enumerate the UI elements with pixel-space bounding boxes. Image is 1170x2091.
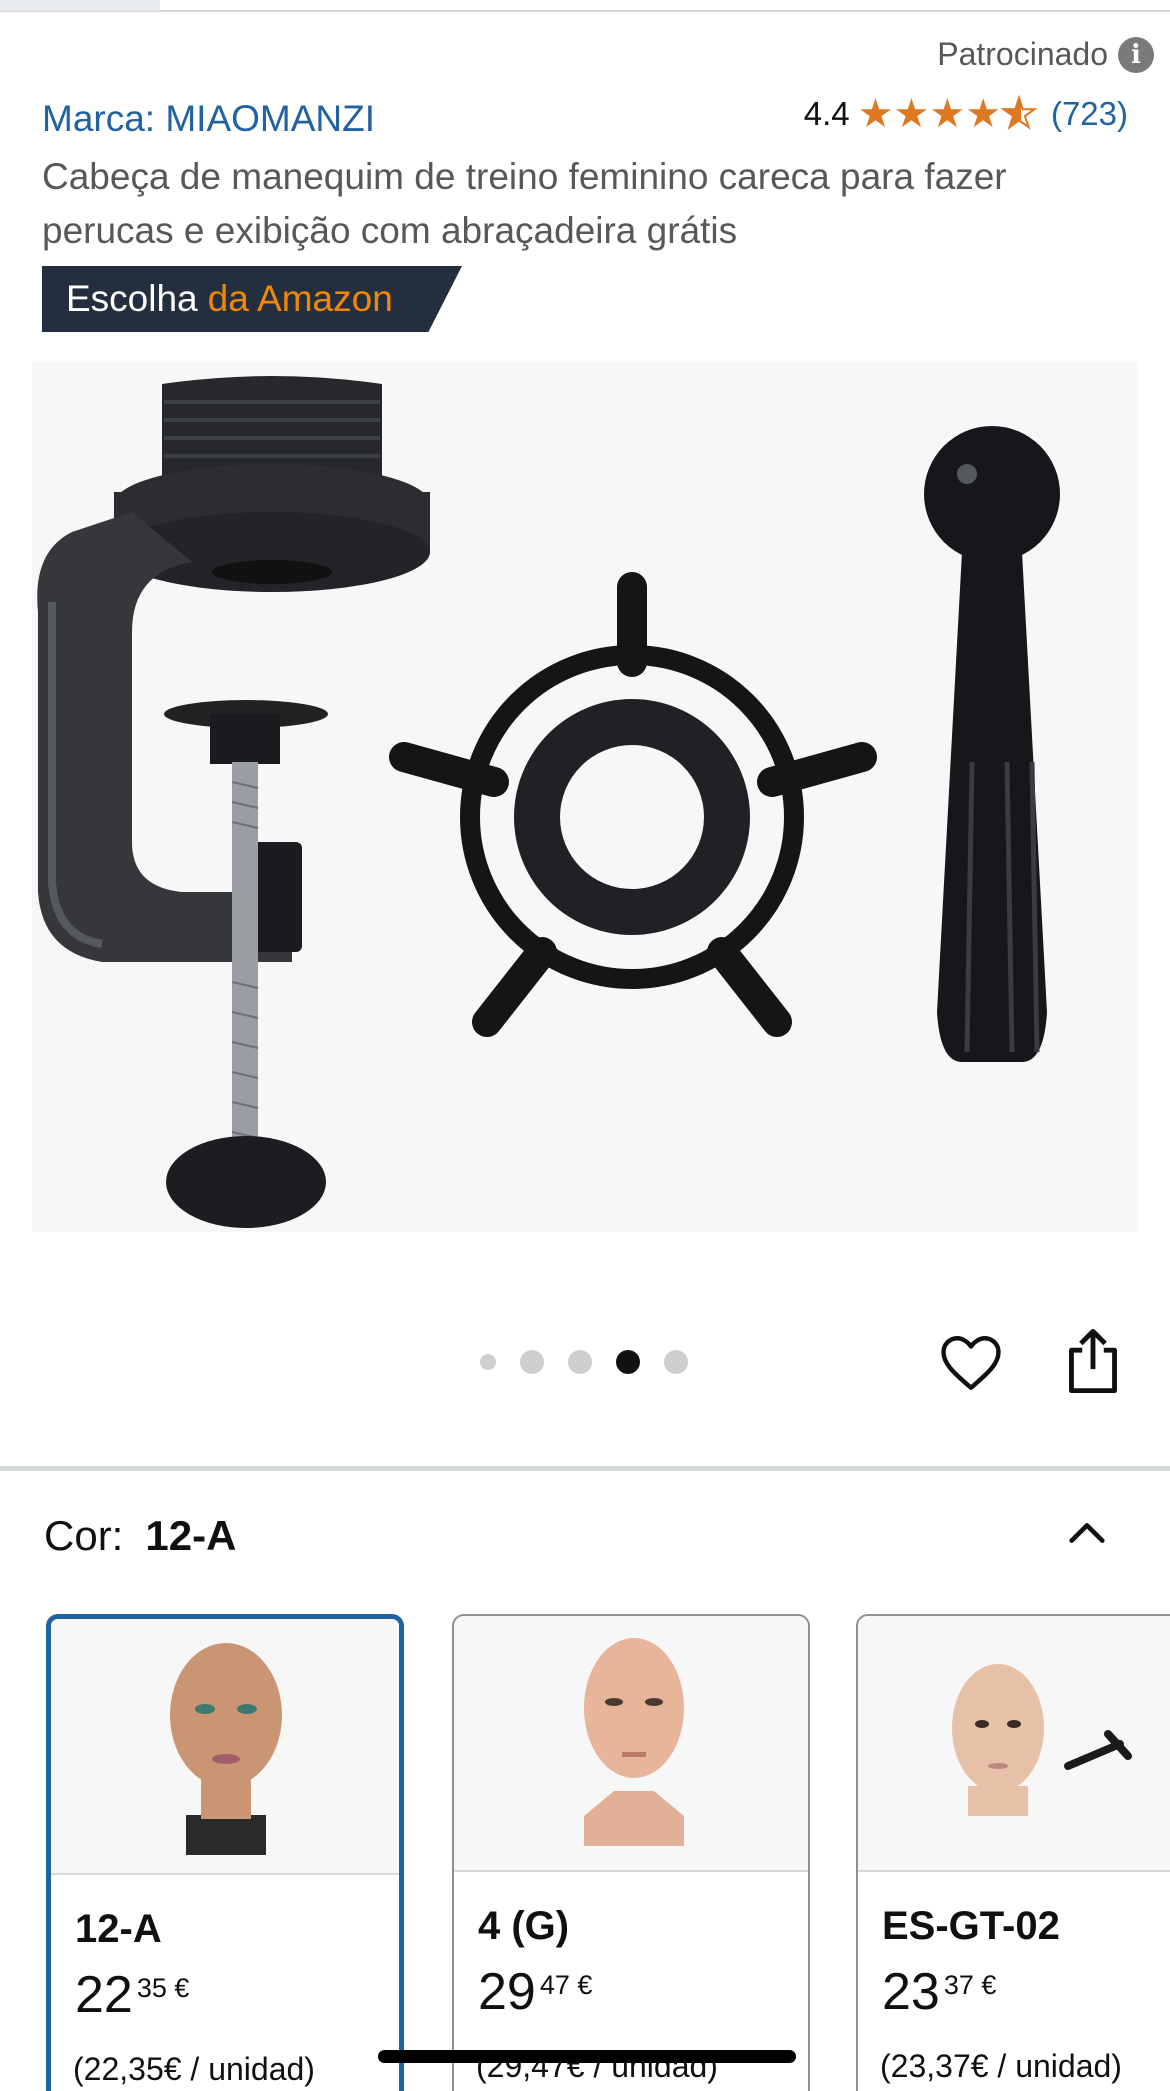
swatch-option[interactable]: 4 (G) 29 47 € (29,47€ / unidad) <box>452 1614 810 2091</box>
product-title[interactable]: Cabeça de manequim de treino feminino ca… <box>42 150 1122 258</box>
variation-label: Cor: 12-A <box>44 1512 236 1560</box>
swatch-name: 12-A <box>75 1907 162 1951</box>
variation-selected-value: 12-A <box>145 1512 237 1559</box>
rating-summary[interactable]: 4.4 ★ ★ ★ ★ ★ (723) <box>803 92 1128 136</box>
price-whole: 23 <box>882 1963 940 2021</box>
price-whole: 22 <box>75 1966 133 2024</box>
star-icon: ★ <box>965 92 1002 136</box>
swatch-image <box>858 1616 1170 1872</box>
collapse-variations-button[interactable] <box>1064 1510 1110 1556</box>
swatch-image <box>51 1619 399 1875</box>
swatch-unit-price: (23,37€ / unidad) <box>880 2048 1122 2084</box>
half-star-icon: ★ <box>1000 92 1038 136</box>
swatch-option[interactable]: 12-A 22 35 € (22,35€ / unidad) <box>46 1614 404 2091</box>
swatch-unit-price: (22,35€ / unidad) <box>73 2051 315 2087</box>
star-icon: ★ <box>893 92 930 136</box>
carousel-dot[interactable] <box>664 1350 688 1374</box>
swatch-price: 22 35 € <box>75 1969 189 2021</box>
star-icon: ★ <box>857 92 894 136</box>
swatch-name: 4 (G) <box>478 1904 570 1948</box>
carousel-dot[interactable] <box>480 1354 496 1370</box>
variation-swatches[interactable]: 12-A 22 35 € (22,35€ / unidad) 4 (G) 29 … <box>46 1614 1170 2091</box>
star-rating: ★ ★ ★ ★ ★ <box>857 92 1038 136</box>
info-icon[interactable]: i <box>1118 36 1154 73</box>
sponsored-text: Patrocinado <box>937 36 1108 72</box>
price-fraction: 37 € <box>943 1970 997 2000</box>
swatch-name: ES-GT-02 <box>882 1904 1060 1948</box>
swatch-price: 23 37 € <box>882 1966 996 2018</box>
price-whole: 29 <box>478 1963 536 2021</box>
chevron-up-icon <box>1069 1523 1105 1543</box>
price-fraction: 35 € <box>136 1973 190 2003</box>
top-strip <box>0 0 1170 12</box>
brand-link[interactable]: Marca: MIAOMANZI <box>42 98 375 140</box>
product-image[interactable] <box>32 362 1138 1232</box>
home-indicator[interactable] <box>378 2050 796 2063</box>
rating-value: 4.4 <box>803 95 850 132</box>
image-carousel-dots[interactable] <box>480 1350 688 1374</box>
swatch-price: 29 47 € <box>478 1966 592 2018</box>
swatch-image <box>454 1616 808 1872</box>
mannequin-head-icon <box>170 1643 282 1855</box>
star-icon: ★ <box>929 92 966 136</box>
carousel-dot[interactable] <box>568 1350 592 1374</box>
share-button[interactable] <box>1060 1326 1126 1396</box>
add-to-list-button[interactable] <box>938 1330 1004 1396</box>
heart-icon <box>941 1336 1001 1390</box>
previous-image-strip <box>0 0 160 11</box>
swatch-option[interactable]: ES-GT-02 23 37 € (23,37€ / unidad) <box>856 1614 1170 2091</box>
price-fraction: 47 € <box>539 1970 593 2000</box>
badge-suffix: da Amazon <box>207 278 393 319</box>
amazons-choice-badge: Escolha da Amazon <box>42 266 462 332</box>
carousel-dot[interactable] <box>520 1350 544 1374</box>
mannequin-head-icon <box>584 1638 684 1846</box>
carousel-dot-active[interactable] <box>616 1350 640 1374</box>
mannequin-head-with-clamp-icon <box>952 1664 1132 1816</box>
section-divider <box>0 1466 1170 1471</box>
share-icon <box>1069 1328 1117 1394</box>
badge-prefix: Escolha <box>66 278 198 319</box>
sponsored-label[interactable]: Patrocinado i <box>937 36 1154 73</box>
rating-count-link[interactable]: (723) <box>1051 95 1128 133</box>
clamp-ring-pin-image <box>37 376 1060 1228</box>
variation-label-text: Cor: <box>44 1512 124 1559</box>
